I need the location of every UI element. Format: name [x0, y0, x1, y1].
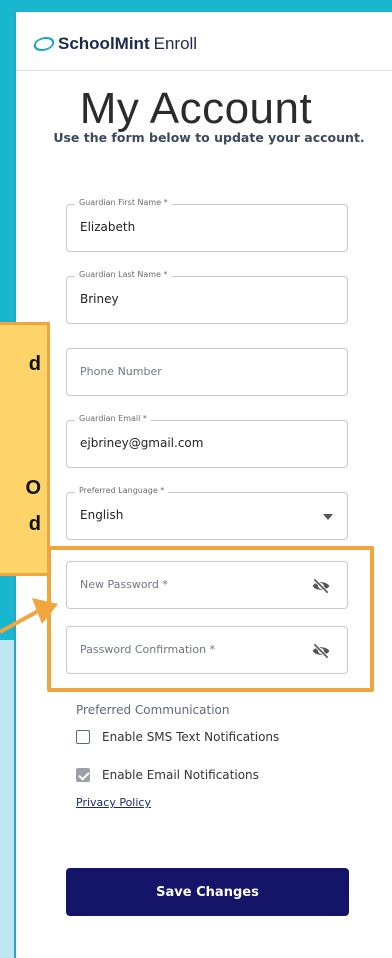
brand-logo[interactable]: SchoolMint Enroll — [31, 32, 198, 56]
callout-text-2: O — [25, 477, 41, 499]
email-notifications-option[interactable]: Enable Email Notifications — [76, 768, 259, 782]
selected-language: English — [80, 508, 124, 522]
preferred-language-select[interactable]: Preferred Language * English — [66, 486, 348, 540]
callout-text-1: d — [28, 353, 41, 375]
page-title: My Account — [79, 84, 313, 133]
schoolmint-logo-icon — [31, 37, 57, 51]
password-highlight-box — [47, 546, 374, 692]
callout-text-3: d — [28, 513, 41, 535]
guardian-email-field[interactable]: Guardian Email * ejbriney@gmail.com — [66, 414, 348, 468]
page-background-top — [0, 0, 392, 12]
mobile-frame — [14, 12, 392, 958]
field-legend: Guardian First Name * — [75, 198, 172, 207]
email-checkbox[interactable] — [76, 768, 90, 782]
privacy-policy-link[interactable]: Privacy Policy — [76, 796, 151, 809]
field-value: Elizabeth — [80, 220, 136, 234]
guardian-first-name-field[interactable]: Guardian First Name * Elizabeth — [66, 198, 348, 252]
sms-checkbox[interactable] — [76, 730, 90, 744]
field-legend: Guardian Last Name * — [75, 270, 172, 279]
field-legend: Guardian Email * — [75, 414, 151, 423]
save-changes-button[interactable]: Save Changes — [66, 868, 349, 916]
guardian-last-name-field[interactable]: Guardian Last Name * Briney — [66, 270, 348, 324]
field-placeholder: Phone Number — [80, 365, 162, 378]
chevron-down-icon[interactable] — [323, 514, 333, 520]
field-legend: Preferred Language * — [75, 486, 169, 495]
annotation-arrow-icon — [0, 598, 58, 634]
phone-number-field[interactable]: Phone Number — [66, 348, 348, 396]
header-divider — [16, 70, 392, 71]
brand-name-bold: SchoolMint — [58, 34, 150, 53]
field-value: Briney — [80, 292, 119, 306]
brand-name-light: Enroll — [153, 34, 198, 53]
preferred-communication-label: Preferred Communication — [76, 703, 230, 717]
annotation-callout: d O d — [0, 322, 50, 576]
field-value: ejbriney@gmail.com — [80, 436, 204, 450]
page-subtitle: Use the form below to update your accoun… — [53, 130, 365, 145]
email-notifications-label: Enable Email Notifications — [102, 768, 259, 782]
sms-notifications-option[interactable]: Enable SMS Text Notifications — [76, 730, 279, 744]
sms-label: Enable SMS Text Notifications — [102, 730, 280, 744]
